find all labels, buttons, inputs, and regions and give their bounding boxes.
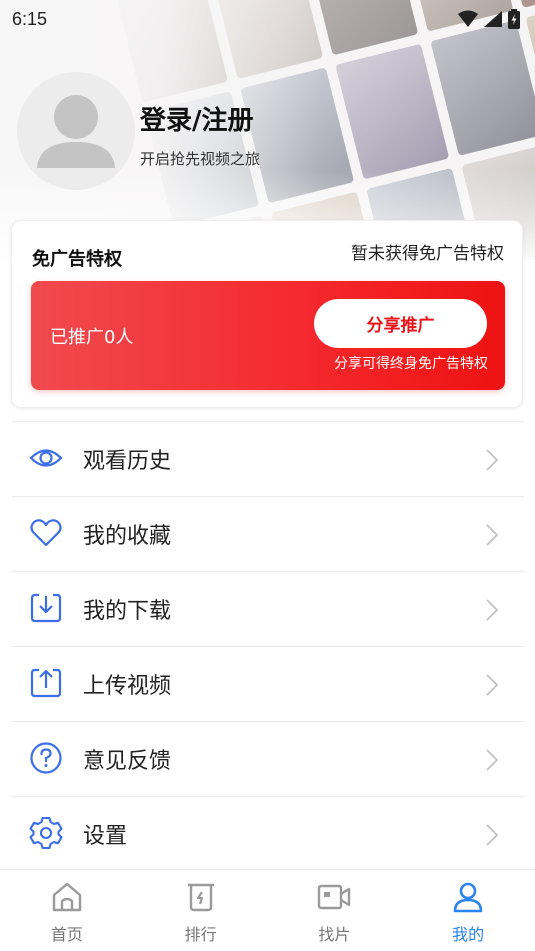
signal-icon bbox=[484, 11, 502, 27]
ad-free-card: 免广告特权 暂未获得免广告特权 已推广0人 分享推广 分享可得终身免广告特权 bbox=[11, 220, 523, 408]
nav-home[interactable]: 首页 bbox=[0, 870, 134, 951]
menu-item-label: 意见反馈 bbox=[83, 749, 172, 774]
nav-label: 我的 bbox=[452, 925, 485, 944]
status-icons bbox=[457, 9, 521, 29]
promotion-count: 已推广0人 bbox=[50, 327, 134, 348]
ad-free-status: 暂未获得免广告特权 bbox=[351, 244, 504, 264]
gear-icon bbox=[29, 816, 63, 850]
menu-list: 观看历史 我的收藏 我的下载 上传视频 意见反馈 设置 bbox=[12, 421, 524, 871]
default-avatar-icon bbox=[37, 95, 115, 168]
battery-icon bbox=[508, 9, 520, 29]
promotion-banner: 已推广0人 分享推广 分享可得终身免广告特权 bbox=[31, 281, 505, 390]
chevron-right-icon bbox=[486, 524, 499, 546]
nav-label: 排行 bbox=[184, 925, 217, 944]
chevron-right-icon bbox=[486, 824, 499, 846]
menu-item-watch-history[interactable]: 观看历史 bbox=[12, 421, 524, 496]
chevron-right-icon bbox=[486, 449, 499, 471]
chevron-right-icon bbox=[486, 674, 499, 696]
share-hint-text: 分享可得终身免广告特权 bbox=[334, 356, 488, 372]
heart-icon bbox=[29, 516, 63, 550]
menu-item-label: 观看历史 bbox=[83, 449, 172, 474]
share-promote-button[interactable]: 分享推广 bbox=[314, 299, 487, 348]
menu-item-upload-video[interactable]: 上传视频 bbox=[12, 646, 524, 721]
menu-item-settings[interactable]: 设置 bbox=[12, 796, 524, 871]
ranking-icon bbox=[184, 880, 218, 914]
video-camera-icon bbox=[317, 880, 351, 914]
bottom-nav: 首页 排行 找片 我的 bbox=[0, 869, 535, 951]
avatar[interactable] bbox=[17, 72, 135, 190]
chevron-right-icon bbox=[486, 599, 499, 621]
download-icon bbox=[29, 591, 63, 625]
nav-label: 首页 bbox=[50, 925, 83, 944]
upload-icon bbox=[29, 666, 63, 700]
login-register-link[interactable]: 登录/注册 bbox=[140, 100, 254, 137]
wifi-icon bbox=[458, 10, 478, 27]
menu-item-label: 上传视频 bbox=[83, 674, 172, 699]
ad-free-title: 免广告特权 bbox=[32, 249, 122, 270]
menu-item-label: 我的下载 bbox=[83, 599, 172, 624]
menu-item-favorites[interactable]: 我的收藏 bbox=[12, 496, 524, 571]
nav-find-video[interactable]: 找片 bbox=[268, 870, 402, 951]
user-icon bbox=[451, 880, 485, 914]
nav-ranking[interactable]: 排行 bbox=[134, 870, 268, 951]
login-subtitle: 开启抢先视频之旅 bbox=[140, 150, 261, 168]
nav-label: 找片 bbox=[318, 925, 351, 944]
home-icon bbox=[50, 880, 84, 914]
status-bar: 6:15 bbox=[0, 0, 535, 38]
menu-item-feedback[interactable]: 意见反馈 bbox=[12, 721, 524, 796]
menu-item-label: 我的收藏 bbox=[83, 524, 172, 549]
chevron-right-icon bbox=[486, 749, 499, 771]
menu-item-label: 设置 bbox=[83, 824, 128, 849]
menu-item-downloads[interactable]: 我的下载 bbox=[12, 571, 524, 646]
question-icon bbox=[29, 741, 63, 775]
nav-mine[interactable]: 我的 bbox=[401, 870, 535, 951]
eye-icon bbox=[29, 441, 63, 475]
status-time: 6:15 bbox=[12, 8, 48, 29]
